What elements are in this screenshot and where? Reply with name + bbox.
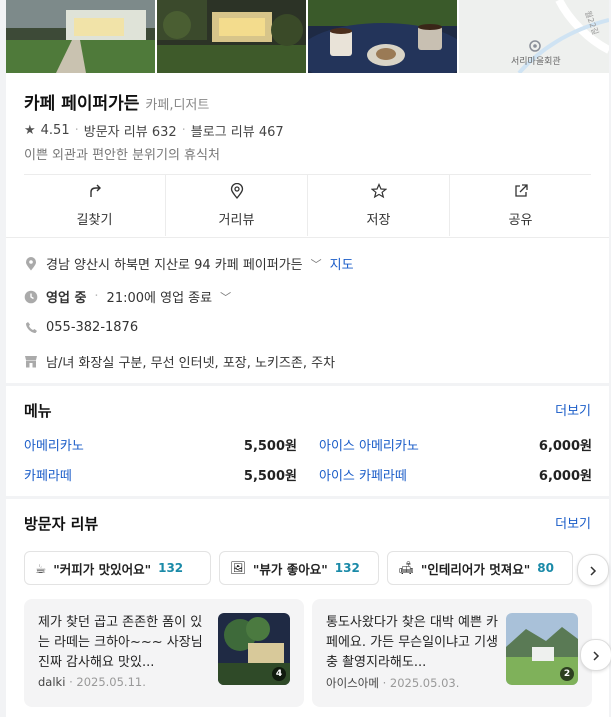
reviews-more-link[interactable]: 더보기 xyxy=(555,513,591,532)
menu-more-link[interactable]: 더보기 xyxy=(555,400,591,419)
photo-garden-night[interactable] xyxy=(157,0,306,73)
store-icon xyxy=(24,355,38,369)
keyword-count: 80 xyxy=(537,561,554,575)
keyword-count: 132 xyxy=(158,561,184,575)
visitor-review-count[interactable]: 방문자 리뷰 632 xyxy=(84,121,177,140)
keyword-text: "커피가 맛있어요" xyxy=(53,561,152,577)
clock-icon xyxy=(24,290,38,304)
review-meta: dalki · 2025.05.11. xyxy=(38,675,146,689)
hours-status: 영업 중 xyxy=(46,291,87,306)
keyword-count: 132 xyxy=(334,561,360,575)
menu-title: 메뉴 xyxy=(24,402,52,420)
photo-count-badge: 4 xyxy=(272,667,286,681)
menu-item[interactable]: 아메리카노 5,500원 xyxy=(24,435,297,454)
photo-coffee-table[interactable] xyxy=(308,0,457,73)
chevron-down-icon[interactable]: ﹀ xyxy=(220,289,231,305)
review-date: 2025.05.11. xyxy=(76,675,146,689)
amenities-row: 남/녀 화장실 구분, 무선 인터넷, 포장, 노키즈존, 주차 xyxy=(24,352,335,371)
menu-section: 메뉴 더보기 아메리카노 5,500원 아이스 아메리카노 6,000원 카페라… xyxy=(6,386,609,496)
menu-item-name[interactable]: 아이스 아메리카노 xyxy=(319,435,419,454)
menu-item-price: 6,000원 xyxy=(538,439,592,454)
directions-label: 길찾기 xyxy=(76,213,113,228)
menu-item-name[interactable]: 아메리카노 xyxy=(24,435,84,454)
hours-row[interactable]: 영업 중 · 21:00에 영업 종료 ﹀ xyxy=(24,287,231,306)
photo-exterior-night[interactable] xyxy=(6,0,155,73)
keyword-text: "뷰가 좋아요" xyxy=(252,561,328,577)
blog-review-count[interactable]: 블로그 리뷰 467 xyxy=(191,121,284,140)
place-description: 이쁜 외관과 편안한 분위기의 휴식처 xyxy=(24,148,220,163)
share-label: 공유 xyxy=(508,213,533,228)
address-text[interactable]: 경남 양산시 하북면 지산로 94 카페 페이퍼가든 xyxy=(46,254,303,273)
review-author: dalki xyxy=(38,675,66,689)
amenities-text: 남/녀 화장실 구분, 무선 인터넷, 포장, 노키즈존, 주차 xyxy=(46,356,336,371)
map-link[interactable]: 지도 xyxy=(330,254,354,273)
menu-item[interactable]: 아이스 카페라떼 6,000원 xyxy=(319,465,592,484)
address-pin-icon xyxy=(24,256,38,271)
chevron-down-icon[interactable]: ﹀ xyxy=(311,256,322,272)
reviews-next-button[interactable] xyxy=(580,639,611,671)
phone-icon xyxy=(24,321,38,335)
visitor-reviews-section: 방문자 리뷰 더보기 ☕ "커피가 맛있어요" 132 🖼 "뷰가 좋아요" 1… xyxy=(6,499,611,717)
menu-item-price: 5,500원 xyxy=(243,439,297,454)
picture-icon: 🖼 xyxy=(230,560,246,575)
review-photo[interactable]: 2 xyxy=(506,613,578,685)
keyword-text: "인테리어가 멋져요" xyxy=(420,561,531,577)
menu-item[interactable]: 아이스 아메리카노 6,000원 xyxy=(319,435,592,454)
place-summary-card: 서리마을회관 월22길 카페 페이퍼가든 카페,디저트 ★ 4.51 · 방문자… xyxy=(6,0,609,383)
menu-item[interactable]: 카페라떼 5,500원 xyxy=(24,465,297,484)
review-keyword-chip[interactable]: 🛋 "인테리어가 멋져요" 80 xyxy=(387,551,573,585)
review-text: 제가 찾던 곱고 존존한 폼이 있는 라떼는 크하아~~~ 사장님 진짜 감사해… xyxy=(38,615,203,670)
star-icon xyxy=(370,183,387,203)
phone-number[interactable]: 055-382-1876 xyxy=(46,320,138,335)
menu-item-name[interactable]: 아이스 카페라떼 xyxy=(319,465,407,484)
photo-strip[interactable]: 서리마을회관 월22길 xyxy=(6,0,609,73)
hours-detail: 21:00에 영업 종료 xyxy=(106,291,213,306)
rating-value: 4.51 xyxy=(40,123,70,138)
menu-item-price: 5,500원 xyxy=(243,469,297,484)
review-keyword-chip[interactable]: ☕ "커피가 맛있어요" 132 xyxy=(24,551,211,585)
review-card[interactable]: 제가 찾던 곱고 존존한 폼이 있는 라떼는 크하아~~~ 사장님 진짜 감사해… xyxy=(24,599,304,707)
action-bar: 길찾기 거리뷰 저장 공유 xyxy=(24,175,591,236)
review-keyword-chip[interactable]: 🖼 "뷰가 좋아요" 132 xyxy=(219,551,379,585)
directions-icon xyxy=(87,183,103,203)
place-name: 카페 페이퍼가든 xyxy=(24,94,140,114)
location-pin-icon xyxy=(229,182,245,203)
review-date: 2025.05.03. xyxy=(389,676,460,690)
rating-star-icon: ★ xyxy=(24,123,36,138)
street-view-button[interactable]: 거리뷰 xyxy=(166,175,308,236)
coffee-icon: ☕ xyxy=(35,560,47,576)
address-row: 경남 양산시 하북면 지산로 94 카페 페이퍼가든 ﹀ 지도 xyxy=(24,254,354,273)
keywords-next-button[interactable] xyxy=(577,554,609,586)
share-icon xyxy=(513,183,529,203)
chevron-right-icon xyxy=(591,646,601,665)
photo-map-thumbnail[interactable]: 서리마을회관 월22길 xyxy=(459,0,609,73)
place-category: 카페,디저트 xyxy=(145,98,210,113)
share-button[interactable]: 공유 xyxy=(450,175,591,236)
phone-row: 055-382-1876 xyxy=(24,320,138,335)
directions-button[interactable]: 길찾기 xyxy=(24,175,166,236)
save-label: 저장 xyxy=(366,213,391,228)
review-text: 통도사왔다가 찾은 대박 예쁜 카페에요. 가든 무슨일이냐고 기생충 촬영지라… xyxy=(326,615,498,670)
review-author: 아이스아메 xyxy=(326,676,379,690)
review-meta: 아이스아메 · 2025.05.03. xyxy=(326,676,460,690)
street-view-label: 거리뷰 xyxy=(218,213,255,228)
menu-item-name[interactable]: 카페라떼 xyxy=(24,465,72,484)
reviews-title: 방문자 리뷰 xyxy=(24,515,99,533)
review-photo[interactable]: 4 xyxy=(218,613,290,685)
photo-count-badge: 2 xyxy=(560,667,574,681)
menu-item-price: 6,000원 xyxy=(538,469,592,484)
sofa-icon: 🛋 xyxy=(398,560,414,575)
save-button[interactable]: 저장 xyxy=(308,175,450,236)
divider xyxy=(6,237,609,238)
map-place-label: 서리마을회관 xyxy=(511,56,561,67)
review-card[interactable]: 통도사왔다가 찾은 대박 예쁜 카페에요. 가든 무슨일이냐고 기생충 촬영지라… xyxy=(312,599,592,707)
chevron-right-icon xyxy=(588,561,598,580)
